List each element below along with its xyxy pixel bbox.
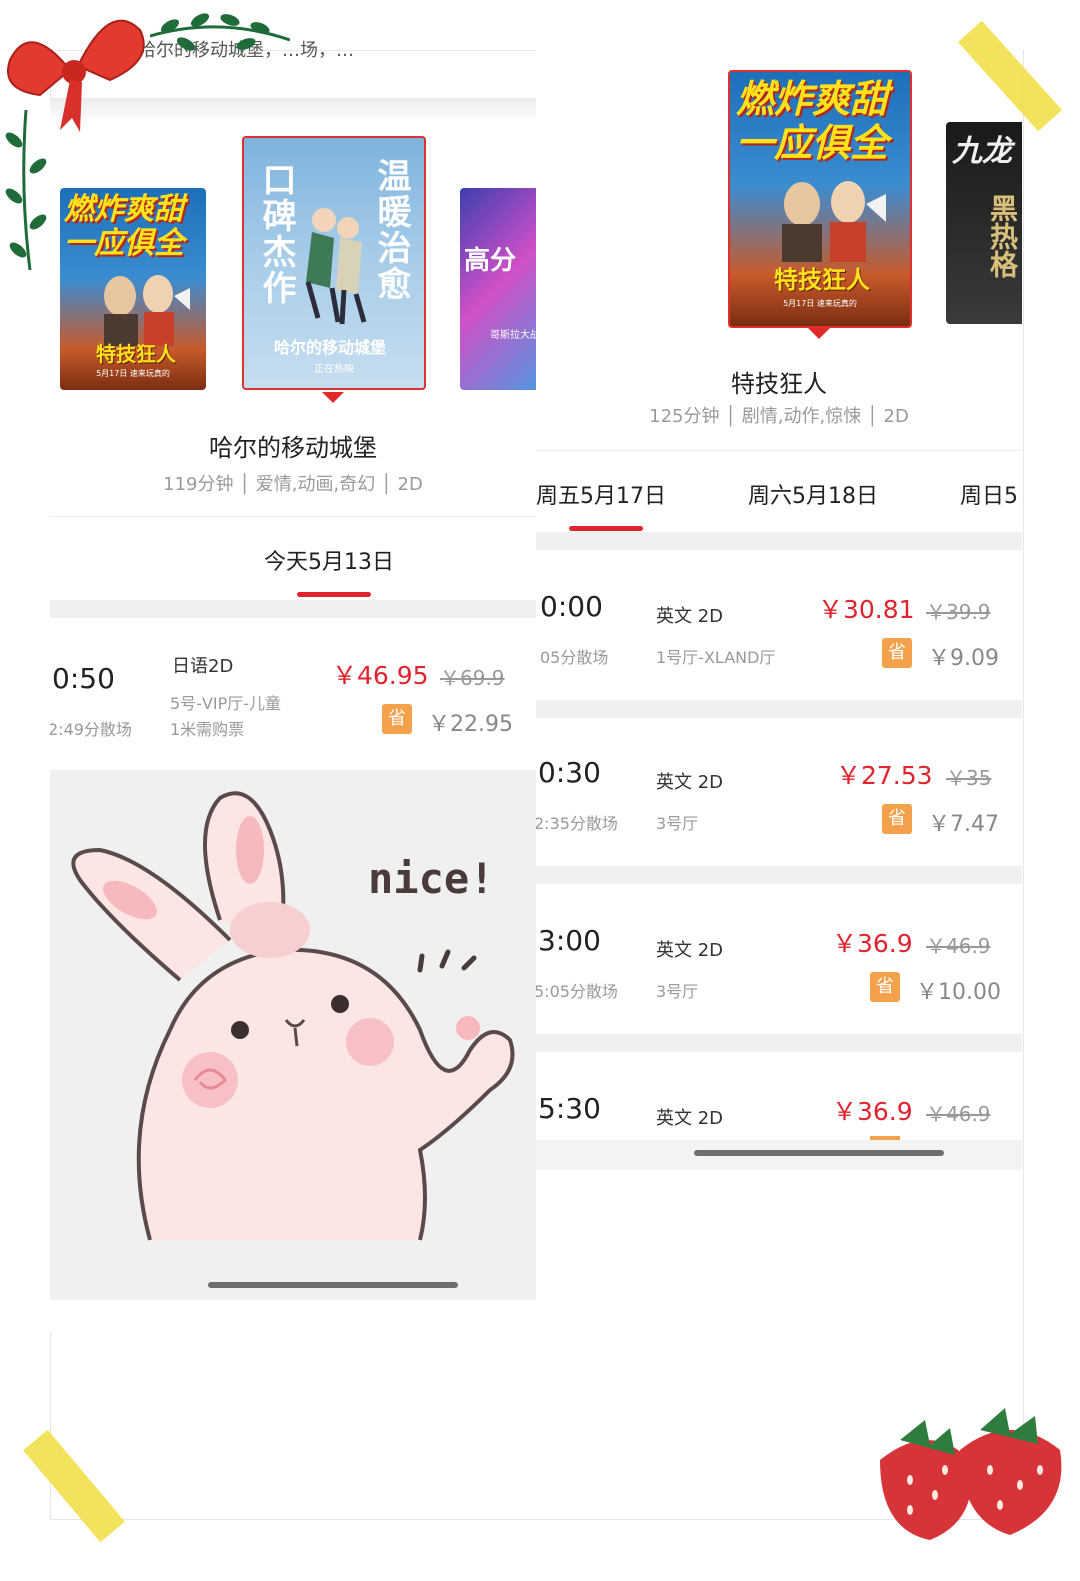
save-amount: ￥10.00 [916,980,1001,1005]
section-separator [536,700,1022,718]
language-format: 英文 2D [656,1108,724,1129]
poster-headline-2: 一应俱全 [736,121,889,165]
poster-headline: 高分 [464,246,517,276]
discount-price: ￥30.81 [818,595,915,624]
poster-figures-icon [782,181,886,262]
divider [536,450,1022,451]
home-indicator[interactable] [694,1150,944,1156]
active-tab-underline [569,526,643,531]
poster-stunt-man[interactable]: 燃炸爽甜 一应俱全 特技狂人 5月17日 速来玩真的 [60,188,206,390]
language-format: 英文 2D [656,606,724,627]
showtime-row[interactable]: 3:00 5:05分散场 英文 2D 3号厅 ￥36.9 ￥46.9 省 ￥10… [536,884,1022,1034]
strawberries-icon [880,1408,1062,1540]
hall-name: 3号厅 [656,982,699,1001]
language-format: 日语2D [172,656,234,677]
save-amount: ￥22.95 [428,712,513,737]
section-separator [536,1034,1022,1052]
sticker-text: nice! [368,854,495,903]
discount-price: ￥27.53 [836,761,933,790]
language-format: 英文 2D [656,940,724,961]
poster-godzilla[interactable]: 高分 哥斯拉大战金刚2：帝国崛起 [460,188,536,390]
section-separator [536,866,1022,884]
poster-headline: 九龙 [952,134,1012,169]
movie-meta: 125分钟 │ 剧情,动作,惊悚 │ 2D [649,406,909,427]
poster-stunt-man-selected[interactable]: 燃炸爽甜 一应俱全 特技狂人 5月17日 速来玩真的 [728,70,912,328]
discount-price: ￥36.9 [832,929,913,958]
poster-headline-1: 燃炸爽甜 [64,192,184,227]
save-amount: ￥7.47 [928,812,999,837]
original-price: ￥69.9 [440,666,505,690]
howl-characters-icon [305,208,367,325]
green-branch-left-icon [5,110,47,270]
showtime-row[interactable]: 0:30 2:35分散场 英文 2D 3号厅 ￥27.53 ￥35 省 ￥7.4… [536,718,1022,866]
poster-subtitle: 特技狂人 [96,342,176,366]
section-separator [536,532,1022,550]
original-price: ￥35 [946,766,992,790]
save-badge: 省 [882,638,912,668]
start-time: 0:30 [538,756,601,789]
tab-today[interactable]: 今天5月13日 [264,544,394,576]
active-tab-underline [297,592,371,597]
ticket-note: 1米需购票 [170,720,245,739]
original-price: ￥46.9 [926,934,991,958]
end-time: 2:49分散场 [50,720,132,739]
showtime-row[interactable]: 0:00 05分散场 英文 2D 1号厅-XLAND厅 ￥30.81 ￥39.9… [536,550,1022,700]
showtime-row[interactable]: 0:50 2:49分散场 日语2D 5号-VIP厅-儿童 1米需购票 ￥46.9… [50,618,536,768]
poster-date: 5月17日 速来玩真的 [783,299,857,308]
divider [50,516,536,517]
poster-headline-2: 一应俱全 [64,226,184,261]
poster-now-showing: 正在热映 [314,364,354,375]
discount-price: ￥46.95 [332,661,429,690]
end-time: 05分散场 [540,648,609,667]
section-separator [50,600,536,618]
selected-indicator-arrow [322,392,344,403]
right-screenshot: 燃炸爽甜 一应俱全 特技狂人 5月17日 速来玩真的 九龙 黑热格 特技狂人 1… [536,50,1022,1170]
poster-subtitle: 特技狂人 [774,266,870,294]
hall-name: 5号-VIP厅-儿童 [170,694,282,713]
movie-meta: 119分钟 │ 爱情,动画,奇幻 │ 2D [163,474,423,495]
original-price: ￥46.9 [926,1102,991,1126]
language-format: 英文 2D [656,772,724,793]
start-time: 3:00 [538,924,601,957]
end-time: 2:35分散场 [536,814,618,833]
poster-subtitle: 哥斯拉大战金刚2：帝国崛起 [490,330,536,341]
tab-sat[interactable]: 周六5月18日 [748,478,878,510]
discount-price: ￥36.9 [832,1097,913,1126]
save-badge: 省 [870,972,900,1002]
hall-name: 3号厅 [656,814,699,833]
poster-vertical: 黑热格 [986,194,1019,278]
start-time: 5:30 [538,1092,601,1125]
original-price: ￥39.9 [926,600,991,624]
poster-howl-selected[interactable]: 温暖治愈 口碑杰作 哈尔的移动城堡 正在热映 [242,136,426,390]
save-badge: 省 [882,804,912,834]
poster-headline-1: 燃炸爽甜 [736,77,889,121]
start-time: 0:50 [52,662,115,695]
movie-title: 特技狂人 [731,370,827,398]
save-amount: ￥9.09 [928,646,999,671]
bunny-sticker: nice! [50,770,536,1300]
showtime-row[interactable]: 5:30 英文 2D ￥36.9 ￥46.9 [536,1052,1022,1142]
end-time: 5:05分散场 [536,982,618,1001]
poster-dark[interactable]: 九龙 黑热格 [946,122,1022,324]
start-time: 0:00 [540,590,603,623]
poster-figures-icon [104,275,190,346]
poster-subtitle: 哈尔的移动城堡 [274,338,387,357]
green-branch-icon [150,13,290,51]
tab-sun[interactable]: 周日5 [960,478,1018,510]
home-indicator[interactable] [208,1282,458,1288]
hall-name: 1号厅-XLAND厅 [656,648,776,667]
save-badge: 省 [382,704,412,734]
movie-title: 哈尔的移动城堡 [209,434,377,462]
tab-fri[interactable]: 周五5月17日 [536,478,666,510]
poster-date: 5月17日 速来玩真的 [96,369,170,378]
selected-indicator-arrow [808,328,830,339]
bunny-nice-icon [71,791,515,1241]
